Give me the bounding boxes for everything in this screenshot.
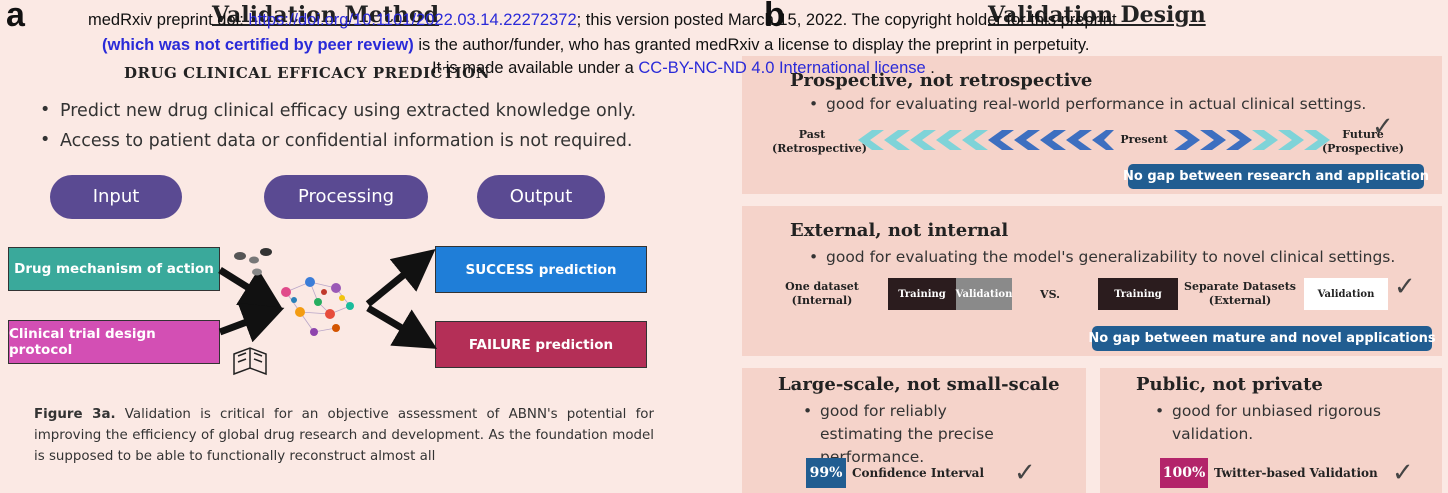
card-large-scale: Large-scale, not small-scale good for re…	[742, 368, 1086, 493]
check-icon: ✓	[1014, 458, 1036, 488]
check-icon: ✓	[1372, 112, 1394, 142]
check-icon: ✓	[1392, 458, 1414, 488]
caption-label: Figure 3a.	[34, 407, 116, 422]
separate-datasets-title: Separate Datasets	[1184, 280, 1296, 293]
card-title: External, not internal	[790, 220, 1009, 241]
one-dataset-sub: (Internal)	[791, 294, 853, 307]
vs-label: VS.	[1040, 288, 1060, 301]
card-title: Public, not private	[1136, 374, 1323, 395]
license-link[interactable]: CC-BY-NC-ND 4.0 International license	[638, 59, 925, 77]
timeline-past-sub: (Retrospective)	[772, 142, 867, 155]
notice-text: It is made available under a	[432, 59, 639, 77]
future-chevrons	[1174, 130, 1330, 150]
output-box-failure: FAILURE prediction	[435, 321, 647, 368]
left-bullet-list: Predict new drug clinical efficacy using…	[34, 100, 636, 161]
arrow-in-bottom	[218, 302, 285, 343]
card-bullet: good for evaluating the model's generali…	[806, 246, 1448, 269]
validation-block-external: Validation	[1304, 278, 1388, 310]
training-block-external: Training	[1098, 278, 1178, 310]
bullet-item: Access to patient data or confidential i…	[34, 130, 636, 151]
separate-datasets-label: Separate Datasets (External)	[1178, 280, 1302, 308]
preprint-notice-line2: (which was not certified by peer review)…	[102, 36, 1089, 55]
one-dataset-label: One dataset (Internal)	[772, 280, 872, 308]
arrow-in-top	[218, 267, 283, 310]
arrow-out-bottom	[366, 304, 438, 349]
badge-mature-novel: No gap between mature and novel applicat…	[1088, 326, 1436, 351]
training-block-internal: Training	[888, 278, 956, 310]
preprint-notice-line1: medRxiv preprint doi: https://doi.org/10…	[88, 11, 1117, 30]
card-public: Public, not private good for unbiased ri…	[1100, 368, 1442, 493]
peer-review-note: (which was not certified by peer review)	[102, 36, 414, 54]
input-box-mechanism: Drug mechanism of action	[8, 247, 220, 291]
bullet-item: Predict new drug clinical efficacy using…	[34, 100, 636, 121]
output-box-success: SUCCESS prediction	[435, 246, 647, 293]
one-dataset-title: One dataset	[785, 280, 859, 293]
notice-text: ; this version posted March 15, 2022. Th…	[576, 11, 1117, 29]
card-external: External, not internal good for evaluati…	[742, 206, 1442, 356]
book-icon	[233, 347, 267, 376]
confidence-interval-label: Confidence Interval	[852, 466, 985, 480]
twitter-validation-label: Twitter-based Validation	[1214, 466, 1378, 480]
stage-input-pill: Input	[50, 175, 182, 219]
percent-badge: 100%	[1160, 458, 1208, 488]
card-title: Large-scale, not small-scale	[778, 374, 1060, 395]
figure-caption: Figure 3a. Validation is critical for an…	[34, 404, 654, 467]
preprint-notice-line3: It is made available under a CC-BY-NC-ND…	[432, 59, 935, 78]
separate-datasets-sub: (External)	[1208, 294, 1272, 307]
past-chevrons	[858, 130, 1114, 150]
stage-output-pill: Output	[477, 175, 605, 219]
card-bullet: good for unbiased rigorous validation.	[1152, 400, 1382, 446]
timeline-past-label: Past	[798, 128, 826, 141]
timeline-future-sub: (Prospective)	[1321, 142, 1405, 155]
doi-link[interactable]: https://doi.org/10.1101/2022.03.14.22272…	[248, 11, 576, 29]
flow-diagram	[218, 248, 438, 376]
neural-network-icon	[281, 277, 354, 336]
panel-label-a: a	[6, 0, 25, 34]
notice-text: .	[925, 59, 935, 77]
stage-processing-pill: Processing	[264, 175, 428, 219]
caption-text: Validation is critical for an objective …	[34, 407, 654, 464]
validation-block-internal: Validation	[956, 278, 1012, 310]
timeline-present: Present	[1120, 133, 1168, 146]
notice-text: medRxiv preprint doi:	[88, 11, 249, 29]
notice-text: is the author/funder, who has granted me…	[413, 36, 1090, 54]
percent-badge: 99%	[806, 458, 846, 488]
timeline-past: Past (Retrospective)	[772, 128, 867, 156]
arrow-out-top	[365, 248, 436, 307]
input-box-trial-design: Clinical trial design protocol	[8, 320, 220, 364]
card-bullet: good for evaluating real-world performan…	[806, 93, 1448, 116]
check-icon: ✓	[1394, 272, 1416, 302]
badge-research-application: No gap between research and application	[1123, 164, 1429, 189]
pills-icon	[234, 248, 272, 276]
